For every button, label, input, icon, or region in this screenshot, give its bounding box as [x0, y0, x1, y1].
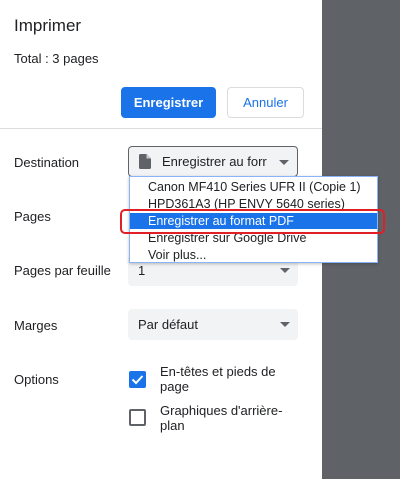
chevron-down-icon	[279, 160, 289, 165]
margins-value: Par défaut	[138, 317, 198, 332]
pages-label: Pages	[14, 209, 51, 224]
divider	[0, 128, 322, 129]
pages-per-sheet-label: Pages par feuille	[14, 263, 111, 278]
pages-per-sheet-value: 1	[138, 263, 146, 278]
page-title: Imprimer	[14, 16, 82, 35]
destination-value: Enregistrer au forr	[162, 154, 267, 169]
document-icon	[139, 154, 151, 169]
chevron-down-icon	[280, 322, 290, 327]
destination-option[interactable]: Voir plus...	[130, 247, 377, 263]
background-graphics-checkbox[interactable]	[129, 409, 146, 426]
margins-select[interactable]: Par défaut	[128, 309, 298, 340]
destination-option[interactable]: HPD361A3 (HP ENVY 5640 series)	[130, 196, 377, 212]
destination-option-selected[interactable]: Enregistrer au format PDF	[130, 213, 377, 229]
options-label: Options	[14, 372, 59, 387]
destination-select[interactable]: Enregistrer au forr	[128, 146, 298, 177]
headers-footers-label: En-têtes et pieds de page	[160, 364, 276, 394]
checkmark-icon	[131, 375, 144, 385]
page-count: Total : 3 pages	[14, 51, 99, 66]
destination-option[interactable]: Enregistrer sur Google Drive	[130, 230, 377, 246]
headers-footers-checkbox[interactable]	[129, 371, 146, 388]
margins-label: Marges	[14, 318, 58, 333]
destination-option[interactable]: Canon MF410 Series UFR II (Copie 1)	[130, 179, 377, 195]
chevron-down-icon	[280, 268, 290, 273]
destination-dropdown-list: Canon MF410 Series UFR II (Copie 1) HPD3…	[129, 176, 378, 263]
destination-label: Destination	[14, 155, 80, 170]
save-button[interactable]: Enregistrer	[121, 87, 216, 118]
cancel-button[interactable]: Annuler	[227, 87, 304, 118]
background-graphics-label: Graphiques d'arrière-plan	[160, 403, 283, 433]
